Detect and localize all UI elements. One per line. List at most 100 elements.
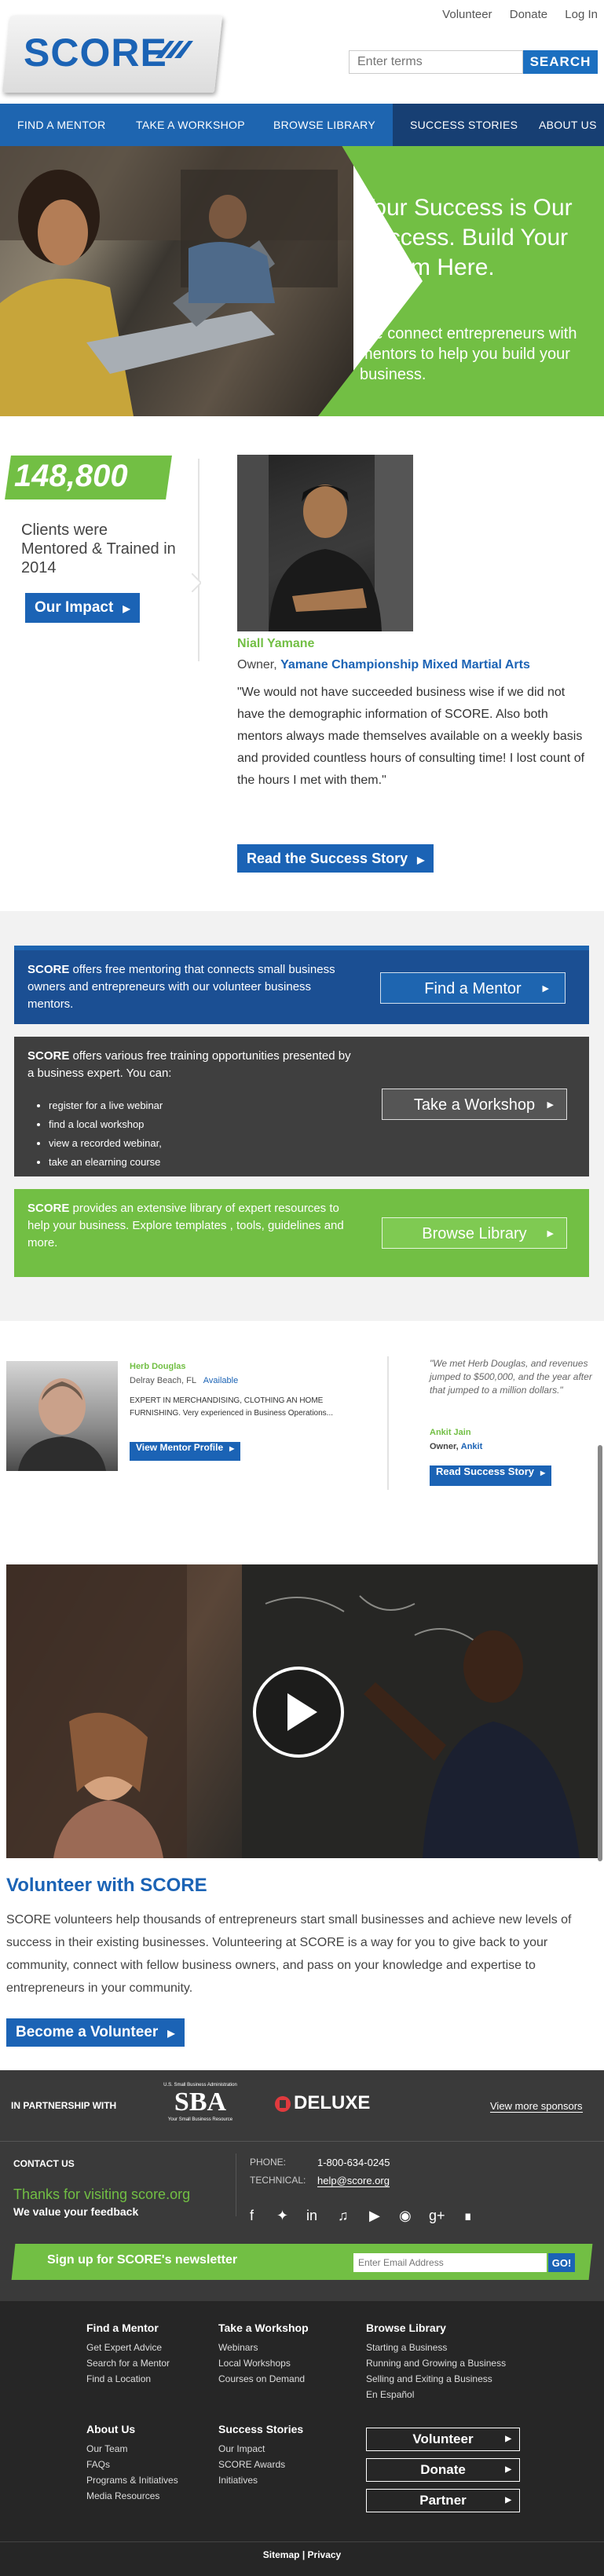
logo-swoosh-icon: [156, 41, 193, 58]
hero-headline: Your Success is Our Success. Build Your …: [360, 195, 573, 280]
footer-link[interactable]: Our Impact: [218, 2443, 265, 2454]
nav-take-a-workshop[interactable]: TAKE A WORKSHOP: [136, 104, 245, 146]
footer-col-title[interactable]: Find a Mentor: [86, 2322, 159, 2334]
footer-link[interactable]: Initiatives: [218, 2475, 258, 2486]
workshop-option: take an elearning course: [49, 1153, 163, 1172]
footer-link[interactable]: Get Expert Advice: [86, 2342, 162, 2353]
phone-label: PHONE:: [250, 2157, 287, 2168]
footer-col-title[interactable]: Browse Library: [366, 2322, 446, 2334]
footer-link[interactable]: Webinars: [218, 2342, 258, 2353]
mentor-photo[interactable]: [6, 1361, 118, 1471]
workshop-option: view a recorded webinar,: [49, 1134, 163, 1153]
footer-link[interactable]: Selling and Exiting a Business: [366, 2373, 492, 2384]
rss-icon[interactable]: ∎: [463, 2208, 472, 2224]
youtube-icon[interactable]: ▶: [369, 2208, 380, 2224]
find-a-mentor-button[interactable]: Find a Mentor ▶: [380, 972, 566, 1004]
volunteer-body: SCORE volunteers help thousands of entre…: [6, 1913, 572, 1995]
footer-link[interactable]: FAQs: [86, 2459, 110, 2470]
volunteer-video[interactable]: [6, 1564, 598, 1858]
score-logo-text[interactable]: SCORE: [24, 30, 167, 75]
footer-partner-label: Partner: [419, 2493, 467, 2508]
our-impact-button[interactable]: Our Impact ▶: [25, 593, 140, 623]
newsletter-email-input[interactable]: [353, 2253, 547, 2272]
arrow-right-icon: ▶: [167, 2028, 175, 2039]
arrow-right-icon: ▶: [505, 2465, 511, 2474]
contact-feedback-link[interactable]: We value your feedback: [13, 2205, 138, 2218]
donate-link[interactable]: Donate: [510, 8, 547, 21]
become-a-volunteer-label: Become a Volunteer: [16, 2024, 159, 2040]
play-icon[interactable]: [251, 1665, 346, 1759]
footer-link[interactable]: Starting a Business: [366, 2342, 447, 2353]
story-owner-prefix: Owner,: [237, 658, 277, 671]
technical-email[interactable]: help@score.org: [317, 2175, 390, 2187]
footer-link[interactable]: Local Workshops: [218, 2358, 291, 2369]
find-a-mentor-label: Find a Mentor: [424, 980, 522, 997]
mentor-location-line: Delray Beach, FL Available: [130, 1376, 238, 1385]
arrow-right-icon: ▶: [505, 2435, 511, 2443]
mentor-availability: Available: [203, 1376, 239, 1385]
mentor-location: Delray Beach, FL: [130, 1376, 196, 1385]
footer-volunteer-button[interactable]: Volunteer ▶: [366, 2428, 520, 2451]
footer-link[interactable]: Our Team: [86, 2443, 127, 2454]
nav-about-us[interactable]: ABOUT US: [539, 104, 597, 146]
pinterest-icon[interactable]: ◉: [399, 2208, 412, 2224]
page-scrollbar-thumb[interactable]: [598, 1445, 602, 1861]
footer-link[interactable]: En Español: [366, 2389, 414, 2400]
story-company-link[interactable]: Yamane Championship Mixed Martial Arts: [280, 658, 530, 671]
footer-donate-button[interactable]: Donate ▶: [366, 2458, 520, 2482]
read-success-story-small-button[interactable]: Read Success Story ▶: [430, 1465, 552, 1486]
nav-find-a-mentor[interactable]: FIND A MENTOR: [17, 104, 106, 146]
nav-browse-library[interactable]: BROWSE LIBRARY: [273, 104, 375, 146]
search-button[interactable]: SEARCH: [523, 50, 598, 74]
footer-link[interactable]: Media Resources: [86, 2490, 159, 2501]
sba-mark: SBA: [157, 2088, 243, 2117]
newsletter-go-button[interactable]: GO!: [548, 2253, 575, 2272]
view-more-sponsors-link[interactable]: View more sponsors: [490, 2100, 583, 2113]
brand-name: SCORE: [27, 1049, 70, 1063]
sba-logo[interactable]: U.S. Small Business Administration SBA Y…: [157, 2083, 243, 2128]
browse-library-button[interactable]: Browse Library ▶: [382, 1217, 567, 1249]
footer-link[interactable]: Find a Location: [86, 2373, 151, 2384]
footer-link[interactable]: Search for a Mentor: [86, 2358, 170, 2369]
read-success-story-small-label: Read Success Story: [436, 1465, 535, 1477]
phone-number[interactable]: 1-800-634-0245: [317, 2157, 390, 2168]
footer-partner-button[interactable]: Partner ▶: [366, 2489, 520, 2512]
success-story-portrait: [237, 455, 413, 631]
privacy-link[interactable]: Privacy: [308, 2549, 342, 2560]
take-a-workshop-button[interactable]: Take a Workshop ▶: [382, 1089, 567, 1120]
sitemap-link[interactable]: Sitemap: [263, 2549, 300, 2560]
testimonial-name: Ankit Jain: [430, 1428, 471, 1437]
search-input[interactable]: [349, 50, 523, 74]
footer-link[interactable]: SCORE Awards: [218, 2459, 285, 2470]
nav-success-stories[interactable]: SUCCESS STORIES: [410, 104, 518, 146]
testimonial-owner-prefix: Owner,: [430, 1442, 459, 1451]
view-mentor-profile-button[interactable]: View Mentor Profile ▶: [130, 1442, 241, 1461]
hero-photo: [0, 146, 353, 416]
vertical-divider: [198, 459, 200, 661]
footer-col-title[interactable]: About Us: [86, 2423, 135, 2435]
login-link[interactable]: Log In: [565, 8, 598, 21]
footer-bottom-divider: [0, 2541, 604, 2542]
utility-links: Volunteer Donate Log In: [428, 8, 598, 21]
facebook-icon[interactable]: f: [250, 2208, 254, 2224]
arrow-right-icon: ▶: [229, 1445, 235, 1452]
footer-col-title[interactable]: Success Stories: [218, 2423, 303, 2435]
volunteer-link[interactable]: Volunteer: [442, 8, 492, 21]
google-plus-icon[interactable]: g+: [429, 2208, 445, 2224]
deluxe-logo[interactable]: DELUXE: [294, 2092, 370, 2114]
sba-tagline: Your Small Business Resource: [167, 2117, 233, 2122]
become-a-volunteer-button[interactable]: Become a Volunteer ▶: [6, 2018, 185, 2047]
twitter-icon[interactable]: ✦: [276, 2208, 288, 2224]
read-success-story-button[interactable]: Read the Success Story ▶: [237, 844, 434, 873]
footer-link[interactable]: Programs & Initiatives: [86, 2475, 178, 2486]
footer-link[interactable]: Courses on Demand: [218, 2373, 305, 2384]
hero-banner: Your Success is Our Success. Build Your …: [0, 146, 604, 416]
testimonial-company-link[interactable]: Ankit: [461, 1442, 483, 1451]
footer-link[interactable]: Running and Growing a Business: [366, 2358, 506, 2369]
footer-col-title[interactable]: Take a Workshop: [218, 2322, 309, 2334]
linkedin-icon[interactable]: in: [306, 2208, 317, 2224]
mentor-name[interactable]: Herb Douglas: [130, 1362, 186, 1371]
browse-library-label: Browse Library: [422, 1225, 527, 1242]
music-icon[interactable]: ♫: [338, 2208, 349, 2224]
volunteer-title: Volunteer with SCORE: [6, 1875, 207, 1896]
